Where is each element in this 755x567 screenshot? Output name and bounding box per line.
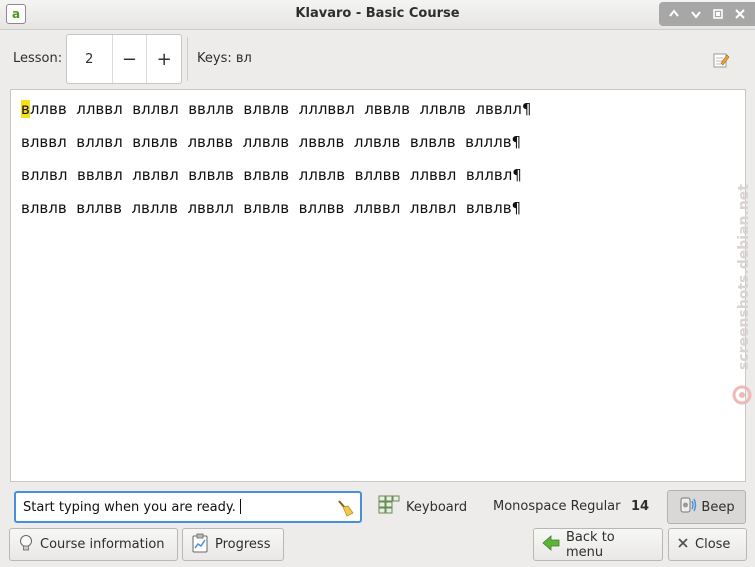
lesson-increment-button[interactable]: + <box>146 35 181 83</box>
keyboard-button[interactable]: Keyboard <box>378 494 467 520</box>
exercise-line: влвлв вллвв лвллв лввлл влвлв вллвв ллвв… <box>21 199 522 217</box>
typing-input[interactable]: Start typing when you are ready. <box>14 491 362 523</box>
clipboard-chart-icon <box>191 533 209 557</box>
exercise-line-text: ллвв ллввл вллвл ввллв влвлв лллввл лввл… <box>29 100 532 118</box>
title-bar: a Klavaro - Basic Course <box>0 0 755 30</box>
beep-toggle-button[interactable]: Beep <box>667 490 746 524</box>
exercise-line: вллвл ввлвл лвлвл влвлв влвлв ллвлв вллв… <box>21 166 522 184</box>
course-information-button[interactable]: Course information <box>9 528 178 561</box>
toolbar-divider <box>187 37 188 81</box>
close-icon[interactable] <box>731 5 749 23</box>
font-size-value[interactable]: 14 <box>631 499 649 514</box>
watermark-text: screenshots.debian.net <box>736 184 752 370</box>
window-controls <box>659 2 755 26</box>
progress-label: Progress <box>215 537 271 552</box>
window-title: Klavaro - Basic Course <box>295 6 460 21</box>
back-arrow-icon <box>542 534 560 555</box>
lesson-spinner[interactable]: 2 − + <box>66 34 182 84</box>
down-icon[interactable] <box>687 5 705 23</box>
keyboard-label: Keyboard <box>406 499 468 515</box>
close-label: Close <box>695 537 731 552</box>
lesson-toolbar: Lesson: 2 − + Keys: вл <box>0 31 755 87</box>
progress-button[interactable]: Progress <box>182 528 284 561</box>
exercise-line: вллвв ллввл вллвл ввллв влвлв лллввл лвв… <box>21 100 531 118</box>
beep-label: Beep <box>701 499 735 515</box>
watermark: screenshots.debian.net <box>732 168 752 408</box>
exercise-line: влввл вллвл влвлв лвлвв ллвлв лввлв ллвл… <box>21 133 522 151</box>
font-button[interactable]: Monospace Regular <box>493 499 621 514</box>
keys-label: Keys: вл <box>197 51 252 66</box>
keyboard-icon <box>378 495 400 519</box>
close-button[interactable]: Close <box>668 528 747 561</box>
exercise-text-area[interactable]: вллвв ллввл вллвл ввллв влвлв лллввл лвв… <box>10 89 746 482</box>
lesson-label: Lesson: <box>13 51 63 66</box>
typing-input-text: Start typing when you are ready. <box>23 500 236 515</box>
edit-note-icon[interactable] <box>712 51 730 69</box>
clear-broom-icon[interactable] <box>336 499 354 517</box>
up-icon[interactable] <box>665 5 683 23</box>
lesson-decrement-button[interactable]: − <box>111 35 147 83</box>
current-char: в <box>21 100 30 118</box>
close-x-icon <box>677 537 689 553</box>
text-caret <box>239 499 241 514</box>
lesson-value[interactable]: 2 <box>67 35 112 83</box>
back-to-menu-button[interactable]: Back to menu <box>533 528 663 561</box>
course-information-label: Course information <box>40 537 165 552</box>
maximize-icon[interactable] <box>709 5 727 23</box>
back-to-menu-label: Back to menu <box>566 529 615 560</box>
lightbulb-icon <box>18 534 34 556</box>
speaker-icon <box>678 495 698 519</box>
